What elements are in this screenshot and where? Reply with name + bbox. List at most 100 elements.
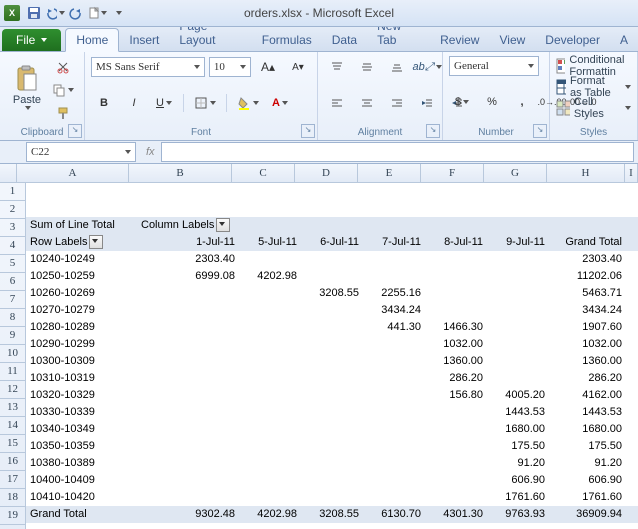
cell[interactable]	[239, 455, 301, 472]
dialog-launcher-icon[interactable]: ↘	[426, 124, 440, 138]
cell[interactable]	[626, 353, 638, 370]
cell[interactable]: 2303.40	[137, 251, 239, 268]
cell[interactable]	[137, 523, 239, 529]
cell[interactable]	[363, 472, 425, 489]
cell[interactable]	[301, 472, 363, 489]
cell[interactable]: 6-Jul-11	[301, 234, 363, 251]
cell[interactable]	[487, 336, 549, 353]
row-header-6[interactable]: 6	[0, 273, 26, 291]
cell[interactable]: 175.50	[487, 438, 549, 455]
cell[interactable]	[301, 489, 363, 506]
cell[interactable]: 4301.30	[425, 506, 487, 523]
row-headers[interactable]: 1234567891011121314151617181920212223242…	[0, 183, 26, 529]
cell[interactable]	[363, 183, 425, 200]
cell[interactable]	[239, 523, 301, 529]
row-header-8[interactable]: 8	[0, 309, 26, 327]
cell[interactable]: 10410-10420	[26, 489, 137, 506]
cell[interactable]	[425, 404, 487, 421]
cell[interactable]: 1907.60	[549, 319, 626, 336]
cell[interactable]: 1680.00	[487, 421, 549, 438]
shrink-font-button[interactable]: A▾	[285, 56, 311, 78]
cell[interactable]	[425, 183, 487, 200]
cell[interactable]: 1466.30	[425, 319, 487, 336]
cell[interactable]	[137, 336, 239, 353]
cell[interactable]	[137, 421, 239, 438]
cell[interactable]: 10290-10299	[26, 336, 137, 353]
cell[interactable]	[239, 302, 301, 319]
cell[interactable]	[26, 523, 137, 529]
cell[interactable]	[26, 183, 137, 200]
row-header-18[interactable]: 18	[0, 489, 26, 507]
cell[interactable]	[626, 251, 638, 268]
cell[interactable]	[363, 217, 425, 234]
cell[interactable]: 10260-10269	[26, 285, 137, 302]
orientation-button[interactable]: ab⤢	[414, 56, 440, 78]
row-header-4[interactable]: 4	[0, 237, 26, 255]
cell[interactable]: Row Labels	[26, 234, 137, 251]
cell[interactable]	[137, 302, 239, 319]
cell[interactable]	[549, 523, 626, 529]
grow-font-button[interactable]: A▴	[255, 56, 281, 78]
cell[interactable]	[137, 404, 239, 421]
cell[interactable]: 9763.93	[487, 506, 549, 523]
cell[interactable]: 10320-10329	[26, 387, 137, 404]
cell[interactable]: 10350-10359	[26, 438, 137, 455]
cell[interactable]	[239, 438, 301, 455]
cell[interactable]	[487, 200, 549, 217]
row-header-15[interactable]: 15	[0, 435, 26, 453]
cell[interactable]	[239, 370, 301, 387]
cell[interactable]	[487, 251, 549, 268]
cell[interactable]: 1032.00	[549, 336, 626, 353]
cell[interactable]	[363, 421, 425, 438]
save-button[interactable]	[24, 3, 44, 23]
percent-button[interactable]: %	[479, 91, 505, 113]
cell[interactable]: 10280-10289	[26, 319, 137, 336]
col-header-A[interactable]: A	[17, 164, 129, 182]
cell[interactable]: 1-Jul-11	[137, 234, 239, 251]
file-tab[interactable]: File	[2, 29, 61, 51]
cell[interactable]	[239, 489, 301, 506]
cell[interactable]: Sum of Line Total	[26, 217, 137, 234]
cell[interactable]	[363, 455, 425, 472]
cell[interactable]	[239, 217, 301, 234]
cell[interactable]	[626, 268, 638, 285]
cell[interactable]: 1761.60	[487, 489, 549, 506]
cell[interactable]: Column Labels	[137, 217, 239, 234]
cell[interactable]: 1360.00	[549, 353, 626, 370]
row-header-13[interactable]: 13	[0, 399, 26, 417]
cell[interactable]: 4202.98	[239, 268, 301, 285]
cell[interactable]: 6999.08	[137, 268, 239, 285]
format-as-table-button[interactable]: Format as Table	[556, 77, 631, 97]
font-color-button[interactable]: A	[267, 92, 293, 114]
cell[interactable]	[487, 217, 549, 234]
cell[interactable]: 7-Jul-11	[363, 234, 425, 251]
cell[interactable]	[549, 183, 626, 200]
cell[interactable]: 36909.94	[549, 506, 626, 523]
cell[interactable]	[487, 285, 549, 302]
row-header-2[interactable]: 2	[0, 201, 26, 219]
cell[interactable]	[301, 268, 363, 285]
cell[interactable]	[626, 336, 638, 353]
format-painter-button[interactable]	[48, 102, 78, 124]
cell[interactable]	[626, 234, 638, 251]
cell[interactable]	[425, 523, 487, 529]
cell[interactable]	[425, 489, 487, 506]
cell[interactable]	[626, 455, 638, 472]
cell[interactable]	[425, 472, 487, 489]
cell[interactable]	[363, 370, 425, 387]
cell[interactable]: 3434.24	[363, 302, 425, 319]
cell[interactable]	[626, 438, 638, 455]
cell[interactable]	[239, 251, 301, 268]
cell[interactable]: 10400-10409	[26, 472, 137, 489]
cell[interactable]: 9-Jul-11	[487, 234, 549, 251]
cell[interactable]	[363, 268, 425, 285]
currency-button[interactable]: $	[449, 91, 475, 113]
cell[interactable]: 175.50	[549, 438, 626, 455]
cell[interactable]	[425, 455, 487, 472]
copy-button[interactable]	[48, 79, 78, 101]
new-button[interactable]	[87, 3, 107, 23]
name-box[interactable]: C22	[26, 142, 136, 162]
cell[interactable]	[425, 302, 487, 319]
number-format-select[interactable]: General	[449, 56, 539, 76]
col-header-B[interactable]: B	[129, 164, 232, 182]
